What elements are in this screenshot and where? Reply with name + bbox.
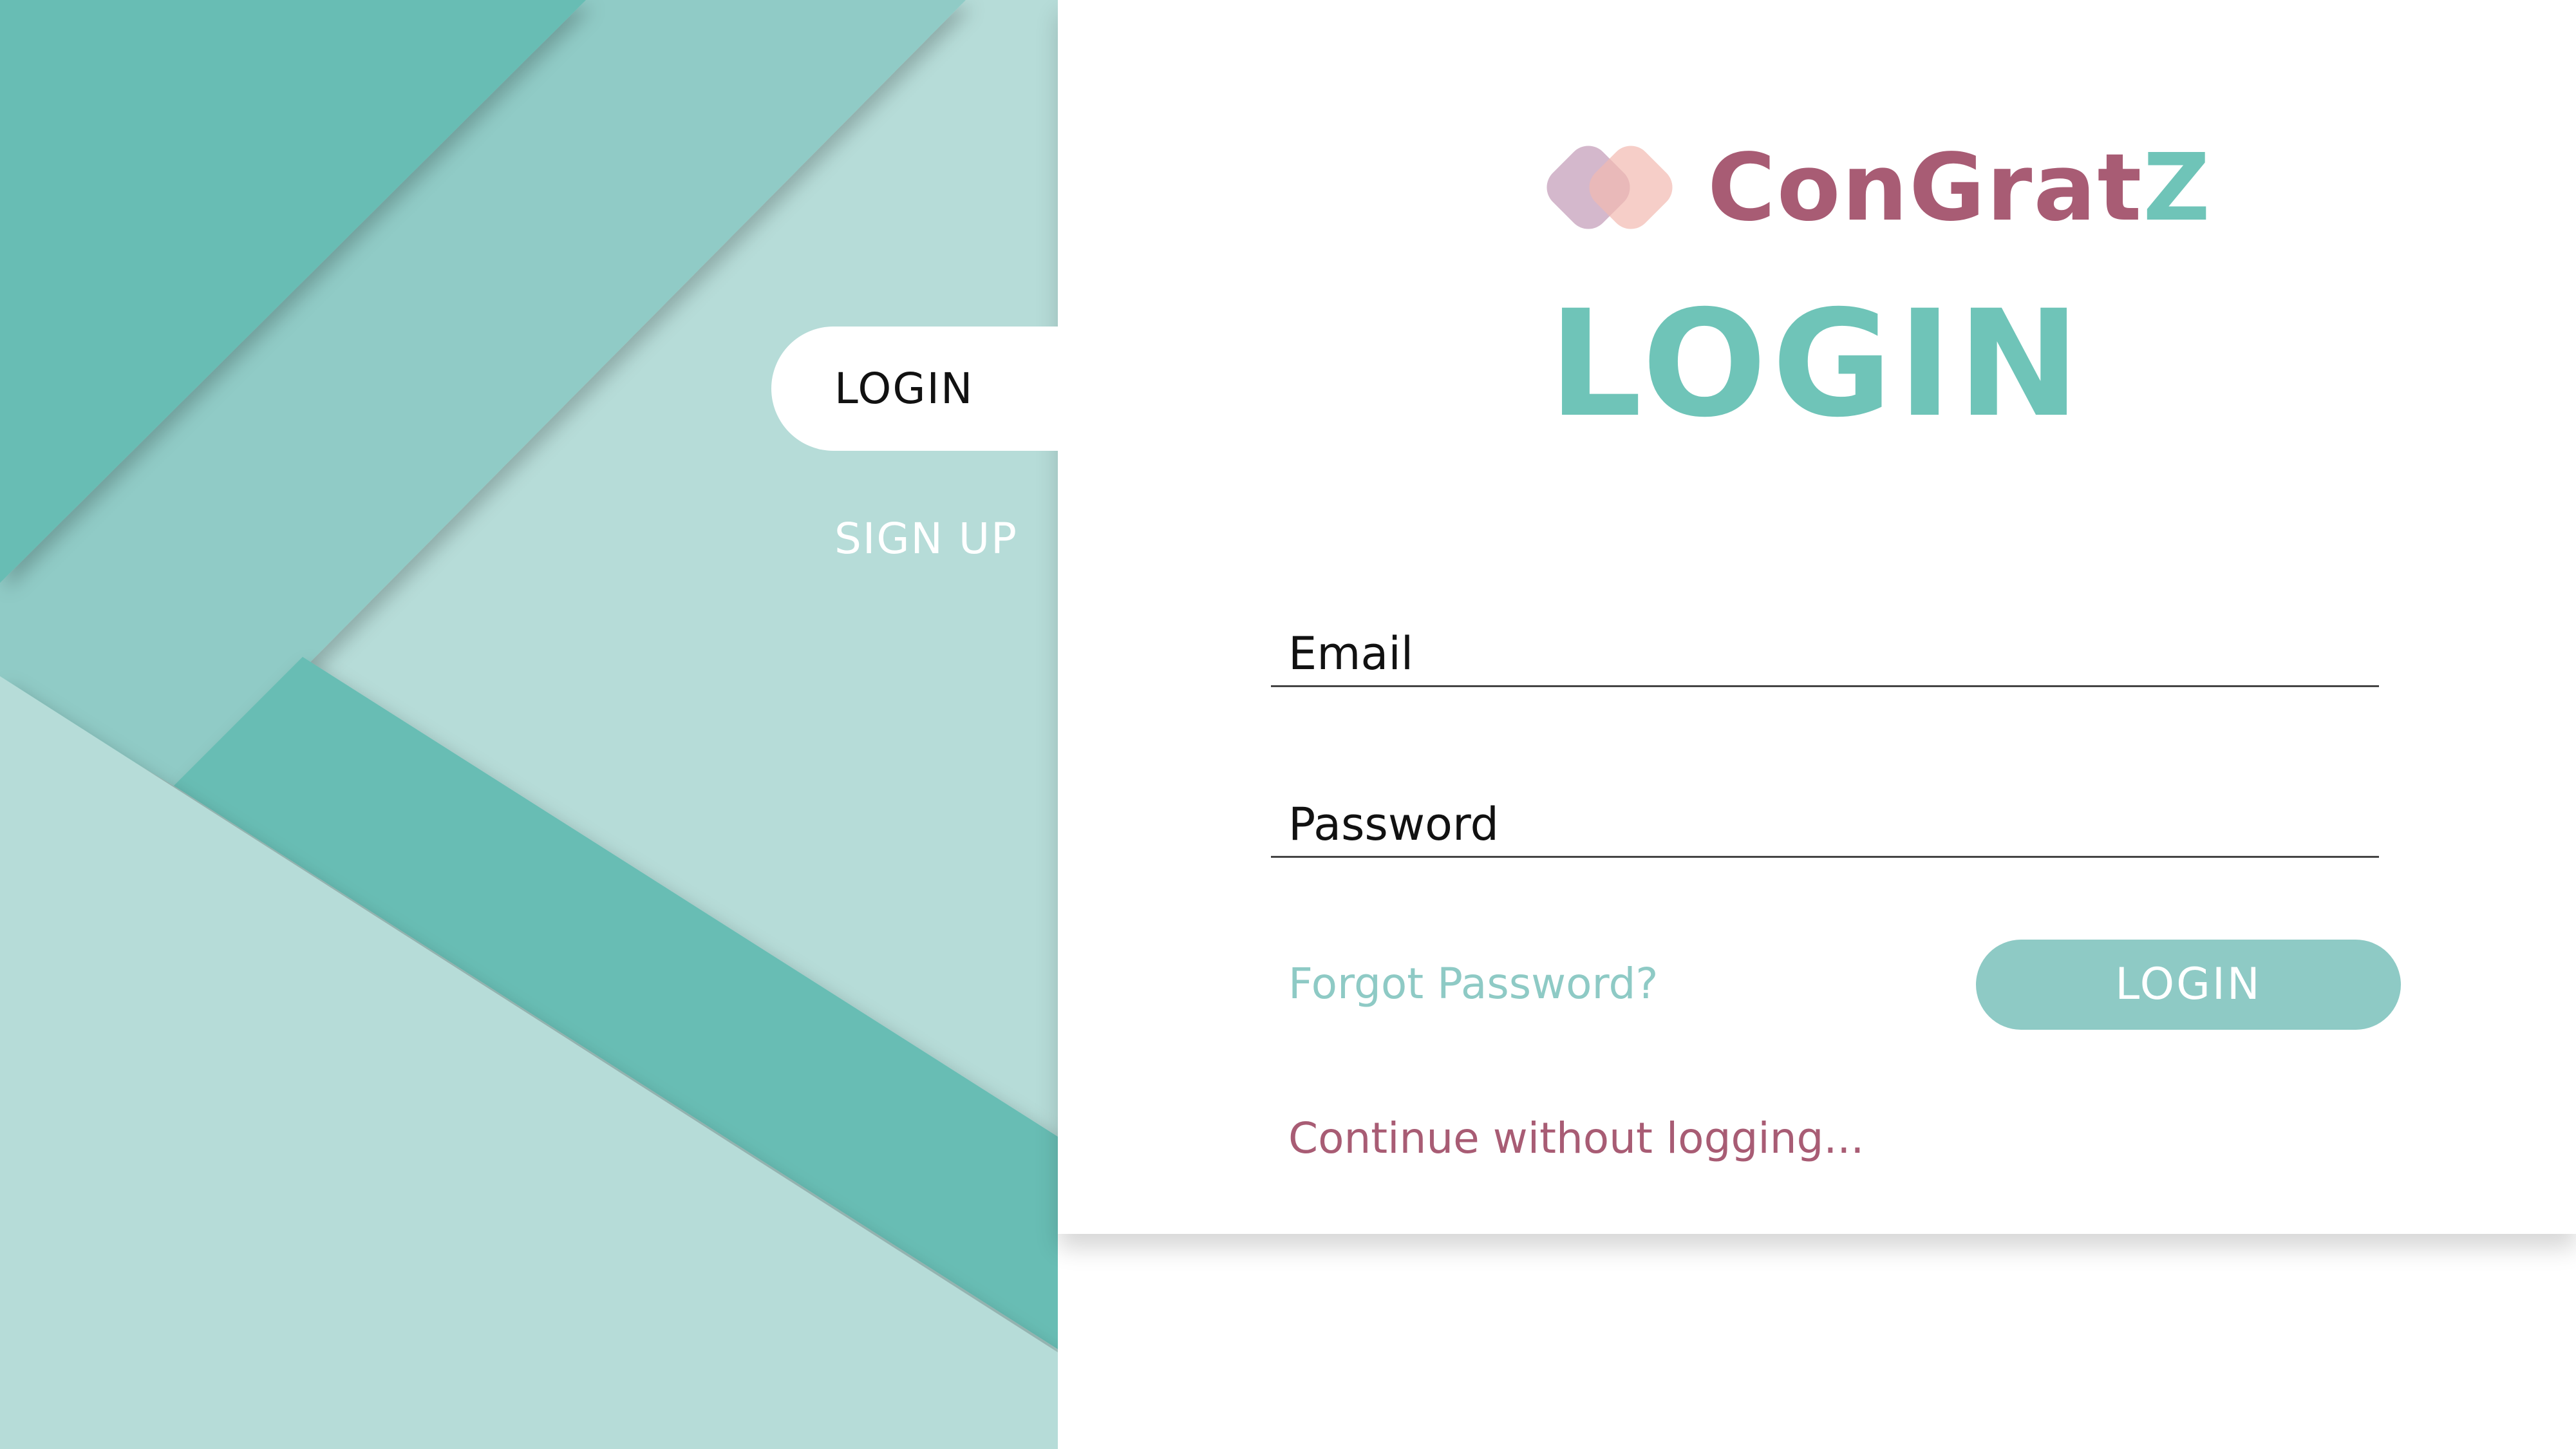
brand-name-accent: Z [2143, 133, 2212, 242]
password-label: Password [1288, 798, 1499, 851]
tab-signup-label: SIGN UP [834, 514, 1018, 564]
continue-without-login-link[interactable]: Continue without logging... [1288, 1106, 1864, 1171]
decorative-side-panel [0, 0, 1058, 1449]
tab-login-label: LOGIN [834, 364, 974, 413]
login-button[interactable]: LOGIN [1976, 940, 2401, 1030]
tab-signup[interactable]: SIGN UP [834, 507, 1018, 571]
brand-name-main: ConGrat [1707, 133, 2143, 242]
brand-name: ConGratZ [1707, 133, 2212, 242]
login-screen: LOGIN SIGN UP ConGratZ LOGIN Email Passw… [0, 0, 2576, 1449]
forgot-password-link[interactable]: Forgot Password? [1288, 952, 1658, 1016]
overlapping-rounded-squares-icon [1526, 126, 1693, 249]
tab-login[interactable]: LOGIN [771, 327, 1058, 451]
email-field[interactable]: Email [1271, 616, 2379, 687]
geometric-background [0, 0, 1058, 1449]
brand-logo: ConGratZ [1526, 126, 2212, 249]
page-title: LOGIN [1548, 278, 2085, 450]
email-label: Email [1288, 627, 1414, 680]
login-card: ConGratZ LOGIN Email Password Forgot Pas… [1058, 0, 2576, 1234]
password-field[interactable]: Password [1271, 787, 2379, 858]
